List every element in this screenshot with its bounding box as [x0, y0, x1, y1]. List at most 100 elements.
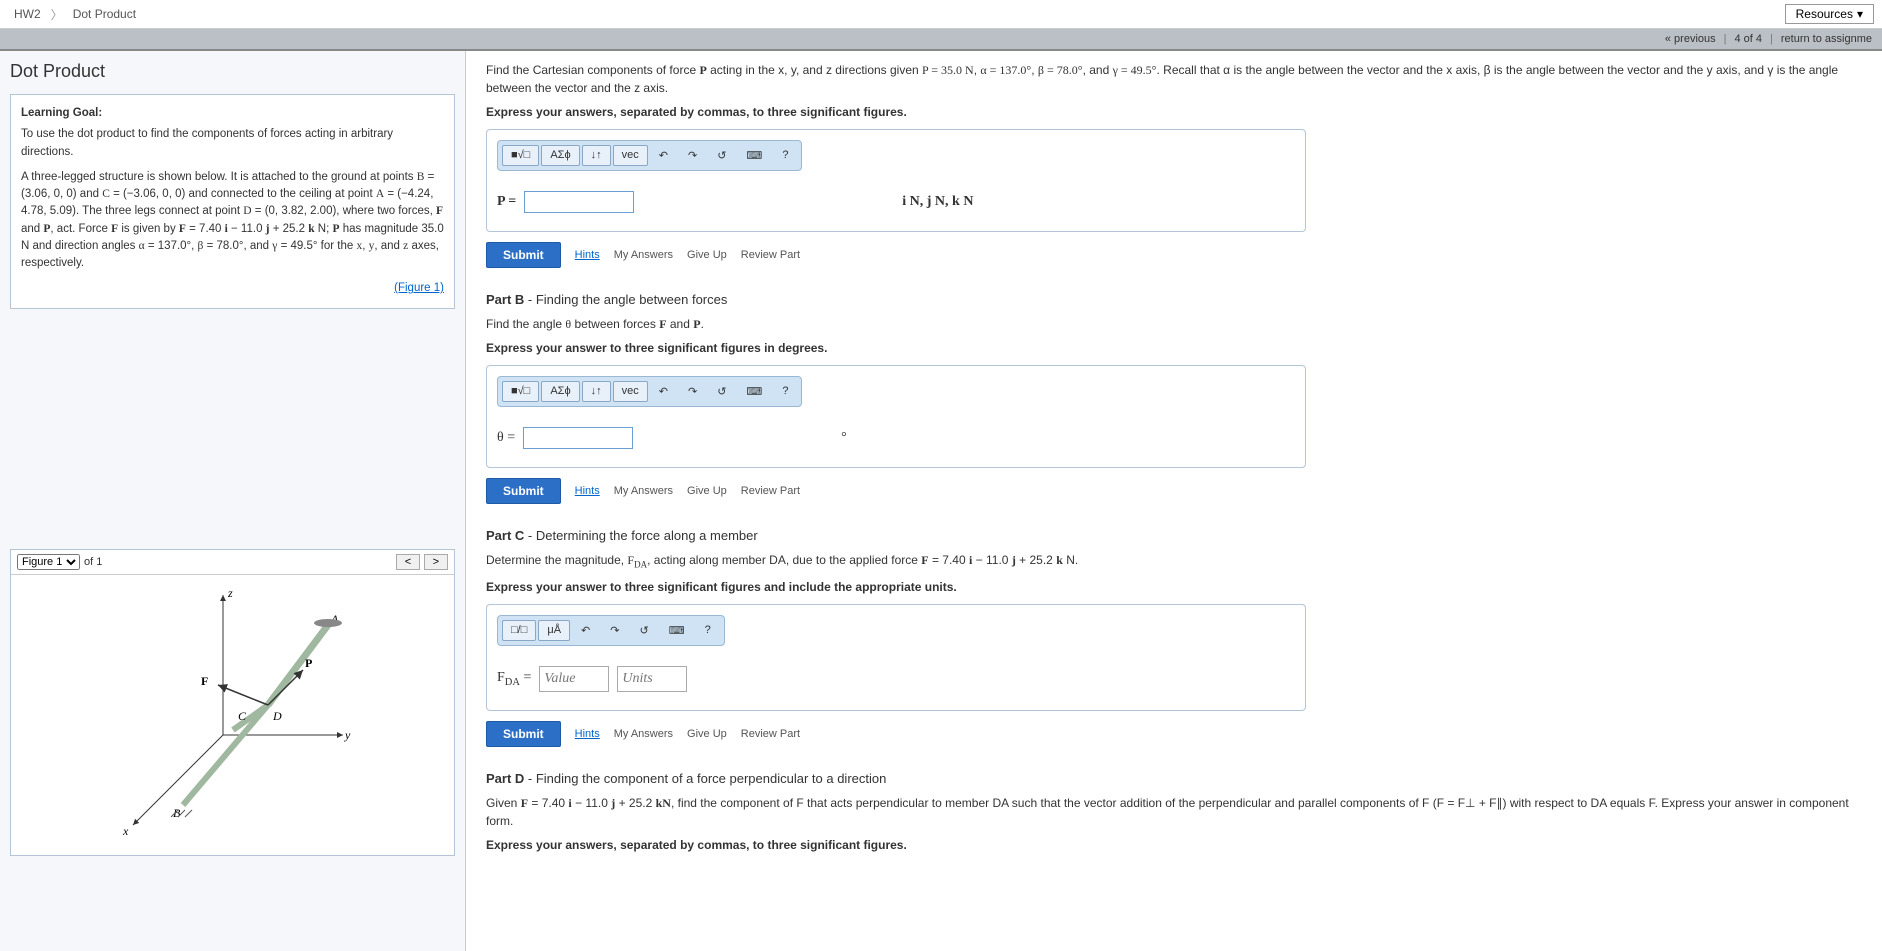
figure-select[interactable]: Figure 1: [17, 554, 80, 570]
learning-goal-box: Learning Goal: To use the dot product to…: [10, 94, 455, 309]
review-link[interactable]: Review Part: [741, 485, 800, 497]
learning-goal-text: To use the dot product to find the compo…: [21, 126, 444, 161]
redo-button[interactable]: ↷: [679, 381, 706, 402]
figure-header: Figure 1 of 1 < >: [11, 550, 454, 575]
submit-button[interactable]: Submit: [486, 721, 561, 747]
figure-next-button[interactable]: >: [424, 554, 448, 570]
prev-link[interactable]: « previous: [1665, 33, 1716, 45]
vec-button[interactable]: vec: [613, 381, 648, 402]
templates-button[interactable]: ■√□: [502, 145, 539, 166]
help-button[interactable]: ?: [773, 145, 797, 166]
svg-text:F: F: [201, 674, 208, 688]
keyboard-button[interactable]: ⌨: [737, 381, 771, 402]
scripts-button[interactable]: ↓↑: [582, 381, 611, 402]
position-label: 4 of 4: [1735, 33, 1763, 45]
breadcrumb-sep-icon: 〉: [51, 6, 63, 23]
part-a-lhs: P =: [497, 194, 516, 210]
part-a: Find the Cartesian components of force P…: [486, 61, 1862, 268]
part-c-units-input[interactable]: [617, 666, 687, 692]
part-c-answer-row: FDA =: [497, 666, 1295, 692]
reset-button[interactable]: ↺: [708, 381, 735, 402]
left-panel: Dot Product Learning Goal: To use the do…: [0, 51, 466, 951]
part-c-lhs: FDA =: [497, 670, 531, 688]
part-b-prompt: Find the angle θ between forces F and P.: [486, 315, 1862, 333]
diagram-svg: z y x F P A B: [93, 585, 373, 845]
right-panel: Find the Cartesian components of force P…: [466, 51, 1882, 951]
svg-text:P: P: [305, 656, 312, 670]
keyboard-button[interactable]: ⌨: [660, 620, 694, 641]
give-up-link[interactable]: Give Up: [687, 485, 727, 497]
resources-label: Resources: [1796, 7, 1853, 21]
resources-button[interactable]: Resources ▾: [1785, 4, 1874, 24]
units-menu-button[interactable]: μÅ: [538, 620, 570, 641]
undo-button[interactable]: ↶: [650, 145, 677, 166]
vec-button[interactable]: vec: [613, 145, 648, 166]
part-a-input[interactable]: [524, 191, 634, 213]
my-answers-link[interactable]: My Answers: [614, 485, 673, 497]
nav-sep: |: [1724, 33, 1727, 45]
part-d-instr: Express your answers, separated by comma…: [486, 838, 1862, 852]
part-c-actions: Submit Hints My Answers Give Up Review P…: [486, 721, 1862, 747]
figure-prev-button[interactable]: <: [396, 554, 420, 570]
hints-link[interactable]: Hints: [575, 249, 600, 261]
scripts-button[interactable]: ↓↑: [582, 145, 611, 166]
undo-button[interactable]: ↶: [650, 381, 677, 402]
page-title: Dot Product: [10, 61, 455, 82]
my-answers-link[interactable]: My Answers: [614, 249, 673, 261]
help-button[interactable]: ?: [773, 381, 797, 402]
templates-button[interactable]: ■√□: [502, 381, 539, 402]
review-link[interactable]: Review Part: [741, 249, 800, 261]
part-b-lhs: θ =: [497, 430, 515, 446]
part-d-header: Part D - Finding the component of a forc…: [486, 771, 1862, 786]
breadcrumb-bar: HW2 〉 Dot Product Resources ▾: [0, 0, 1882, 29]
hints-link[interactable]: Hints: [575, 485, 600, 497]
figure-link[interactable]: (Figure 1): [21, 280, 444, 297]
nav-bar: « previous | 4 of 4 | return to assignme: [0, 29, 1882, 51]
keyboard-button[interactable]: ⌨: [737, 145, 771, 166]
undo-button[interactable]: ↶: [572, 620, 599, 641]
breadcrumb-hw[interactable]: HW2: [8, 5, 47, 23]
part-d-prompt: Given F = 7.40 i − 11.0 j + 25.2 kN, fin…: [486, 794, 1862, 830]
figure-panel: Figure 1 of 1 < > z y: [10, 549, 455, 856]
part-c-prompt: Determine the magnitude, FDA, acting alo…: [486, 551, 1862, 572]
svg-text:x: x: [122, 824, 129, 838]
svg-text:D: D: [272, 709, 282, 723]
give-up-link[interactable]: Give Up: [687, 249, 727, 261]
part-c: Part C - Determining the force along a m…: [486, 528, 1862, 747]
figure-body: z y x F P A B: [11, 575, 454, 855]
breadcrumb-title: Dot Product: [67, 5, 142, 23]
figure-of-label: of 1: [84, 556, 102, 568]
reset-button[interactable]: ↺: [630, 620, 657, 641]
part-c-value-input[interactable]: [539, 666, 609, 692]
svg-text:C: C: [238, 709, 247, 723]
give-up-link[interactable]: Give Up: [687, 728, 727, 740]
part-b-units: °: [841, 430, 847, 446]
chevron-down-icon: ▾: [1857, 7, 1863, 21]
submit-button[interactable]: Submit: [486, 478, 561, 504]
help-button[interactable]: ?: [696, 620, 720, 641]
svg-text:z: z: [227, 586, 233, 600]
submit-button[interactable]: Submit: [486, 242, 561, 268]
hints-link[interactable]: Hints: [575, 728, 600, 740]
learning-goal-heading: Learning Goal:: [21, 105, 444, 122]
part-a-answer-row: P = i N, j N, k N: [497, 191, 1295, 213]
part-c-instr: Express your answer to three significant…: [486, 580, 1862, 594]
my-answers-link[interactable]: My Answers: [614, 728, 673, 740]
part-a-toolbar: ■√□ ΑΣϕ ↓↑ vec ↶ ↷ ↺ ⌨ ?: [497, 140, 802, 171]
part-d: Part D - Finding the component of a forc…: [486, 771, 1862, 852]
redo-button[interactable]: ↷: [679, 145, 706, 166]
reset-button[interactable]: ↺: [708, 145, 735, 166]
return-link[interactable]: return to assignme: [1781, 33, 1872, 45]
part-b-answer-box: ■√□ ΑΣϕ ↓↑ vec ↶ ↷ ↺ ⌨ ? θ = °: [486, 365, 1306, 468]
redo-button[interactable]: ↷: [601, 620, 628, 641]
frac-button[interactable]: □/□: [502, 620, 536, 641]
part-b-answer-row: θ = °: [497, 427, 1295, 449]
greek-button[interactable]: ΑΣϕ: [541, 145, 579, 166]
greek-button[interactable]: ΑΣϕ: [541, 381, 579, 402]
part-a-answer-box: ■√□ ΑΣϕ ↓↑ vec ↶ ↷ ↺ ⌨ ? P = i N, j N, k…: [486, 129, 1306, 232]
part-b-input[interactable]: [523, 427, 633, 449]
svg-text:y: y: [344, 728, 351, 742]
part-b: Part B - Finding the angle between force…: [486, 292, 1862, 504]
part-a-units: i N, j N, k N: [902, 194, 973, 210]
review-link[interactable]: Review Part: [741, 728, 800, 740]
